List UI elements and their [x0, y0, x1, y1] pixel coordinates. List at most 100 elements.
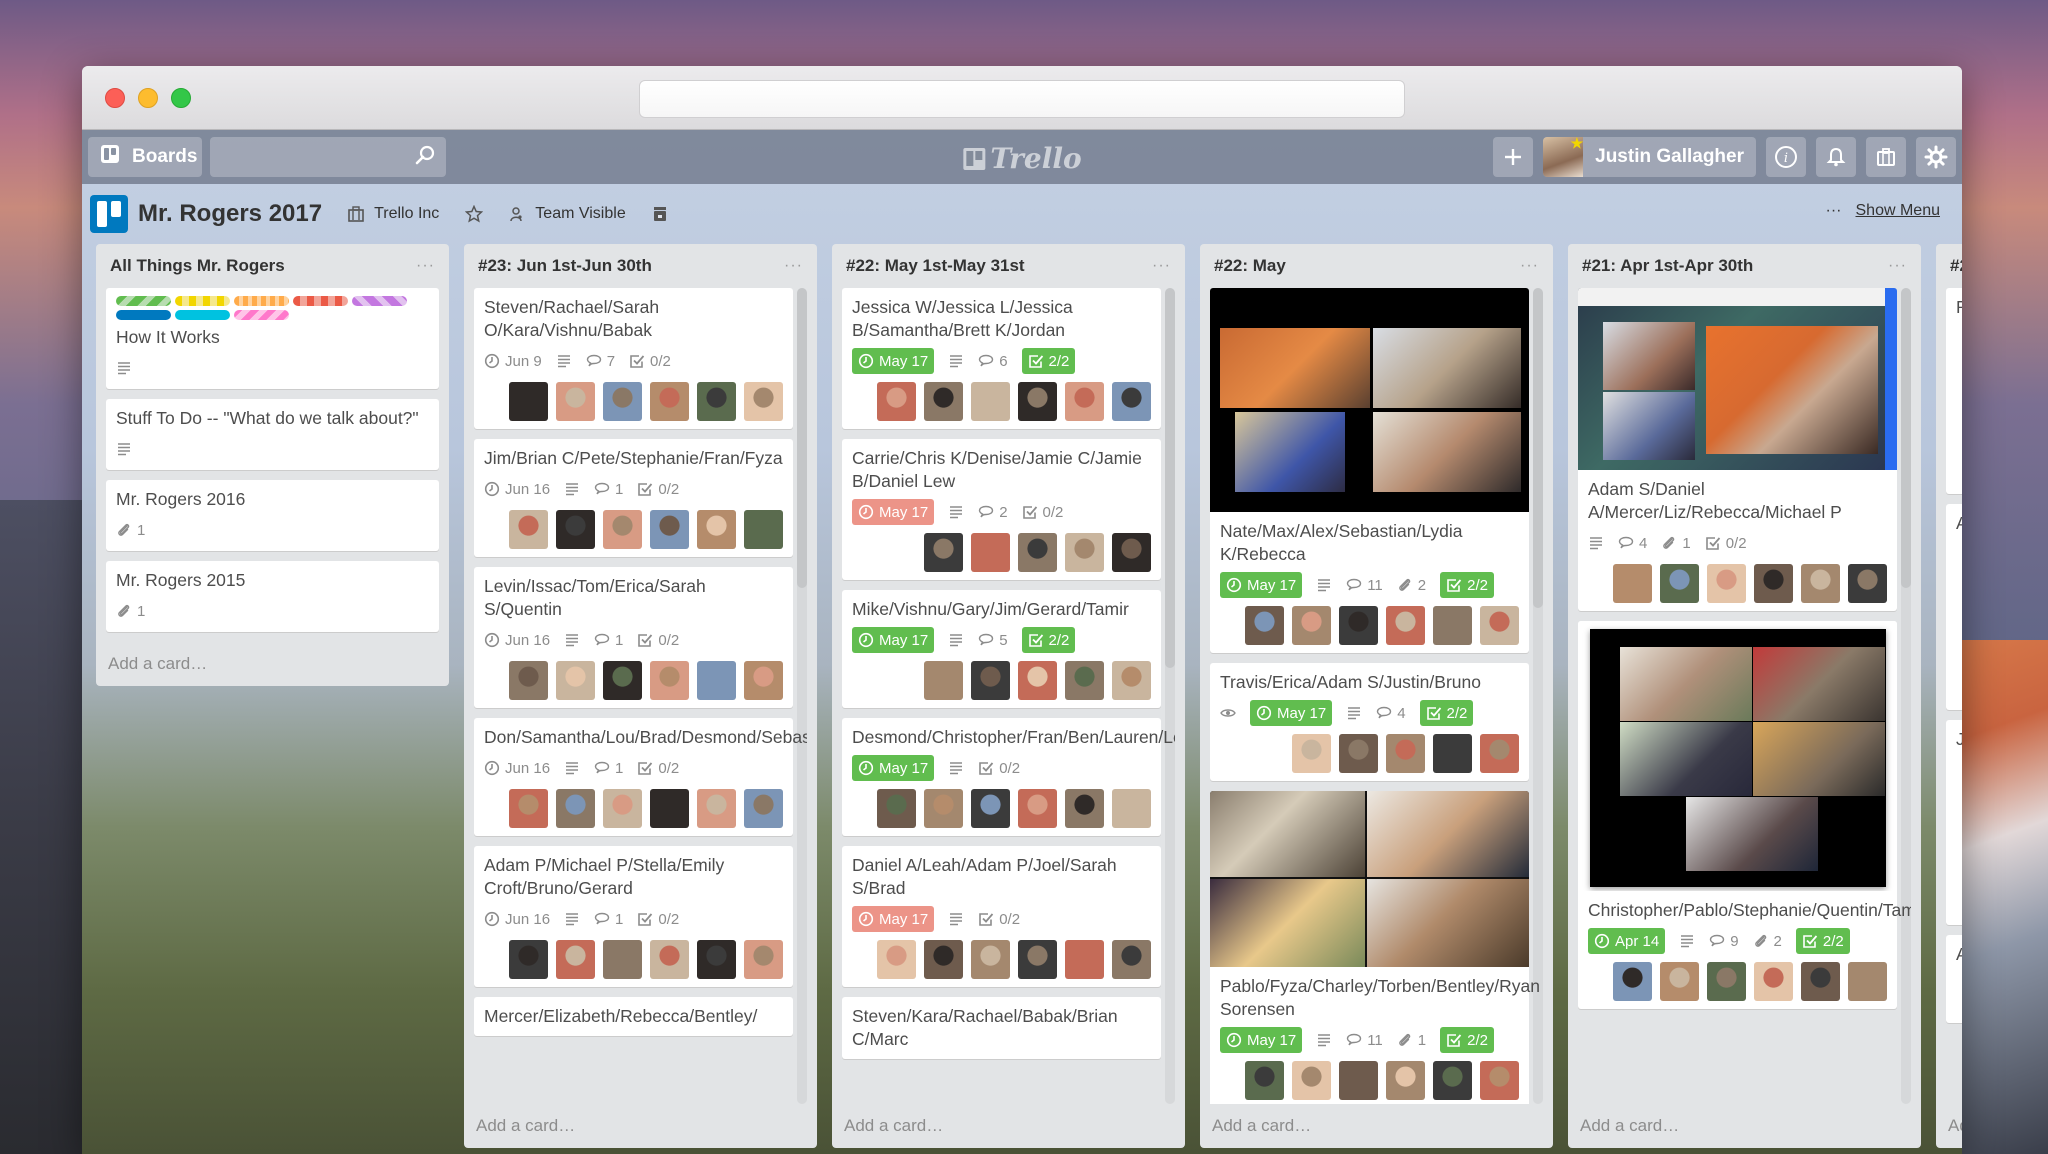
- search-input[interactable]: [210, 137, 446, 177]
- member-avatar[interactable]: [1386, 1061, 1425, 1100]
- member-avatar[interactable]: [1660, 564, 1699, 603]
- list-title[interactable]: All Things Mr. Rogers: [110, 256, 285, 276]
- member-avatar[interactable]: [603, 661, 642, 700]
- member-avatar[interactable]: [1245, 1061, 1284, 1100]
- show-menu-link[interactable]: Show Menu: [1856, 202, 1941, 220]
- member-avatar[interactable]: [1065, 661, 1104, 700]
- member-avatar[interactable]: [1480, 606, 1519, 645]
- member-avatar[interactable]: [509, 382, 548, 421]
- member-avatar[interactable]: [509, 940, 548, 979]
- member-avatar[interactable]: [1386, 606, 1425, 645]
- member-avatar[interactable]: [1386, 734, 1425, 773]
- member-avatar[interactable]: [924, 789, 963, 828]
- card[interactable]: A: [1946, 935, 1962, 1023]
- due-date-badge[interactable]: Jun 16: [484, 627, 550, 653]
- member-avatar[interactable]: [971, 940, 1010, 979]
- member-avatar[interactable]: [1754, 564, 1793, 603]
- card[interactable]: Mr. Rogers 2016 1: [106, 480, 439, 551]
- member-avatar[interactable]: [1065, 533, 1104, 572]
- visibility-button[interactable]: Team Visible: [509, 205, 626, 223]
- due-date-badge[interactable]: May 17: [1220, 572, 1303, 598]
- member-avatar[interactable]: [1245, 606, 1284, 645]
- card[interactable]: R: [1946, 288, 1962, 494]
- scrollbar-thumb[interactable]: [1533, 288, 1543, 608]
- due-date-badge[interactable]: May 17: [1220, 1027, 1303, 1053]
- member-avatar[interactable]: [1801, 962, 1840, 1001]
- member-avatar[interactable]: [1848, 564, 1887, 603]
- card[interactable]: Mike/Vishnu/Gary/Jim/Gerard/Tamir May 17 5…: [842, 590, 1161, 708]
- member-avatar[interactable]: [603, 789, 642, 828]
- member-avatar[interactable]: [603, 510, 642, 549]
- add-button[interactable]: [1493, 137, 1534, 177]
- member-avatar[interactable]: [1801, 564, 1840, 603]
- member-avatar[interactable]: [556, 789, 595, 828]
- due-date-badge[interactable]: May 17: [852, 499, 935, 525]
- member-avatar[interactable]: [1018, 789, 1057, 828]
- card[interactable]: Jim/Brian C/Pete/Stephanie/Fran/Fyza Jun …: [474, 439, 793, 557]
- card[interactable]: Pablo/Fyza/Charley/Torben/Bentley/Ryan S…: [1210, 791, 1540, 1104]
- address-bar[interactable]: [639, 80, 1405, 118]
- member-avatar[interactable]: [1018, 940, 1057, 979]
- member-avatar[interactable]: [650, 382, 689, 421]
- add-card-button[interactable]: Add a card…: [106, 642, 439, 686]
- member-avatar[interactable]: [603, 382, 642, 421]
- member-avatar[interactable]: [1707, 962, 1746, 1001]
- member-avatar[interactable]: [924, 940, 963, 979]
- due-date-badge[interactable]: Jun 16: [484, 476, 550, 502]
- member-avatar[interactable]: [1065, 382, 1104, 421]
- member-avatar[interactable]: [877, 940, 916, 979]
- minimize-window-button[interactable]: [138, 88, 158, 108]
- close-window-button[interactable]: [105, 88, 125, 108]
- add-card-button[interactable]: Ad: [1946, 1104, 1962, 1148]
- card[interactable]: Nate/Max/Alex/Sebastian/Lydia K/Rebecca M…: [1210, 288, 1529, 653]
- member-avatar[interactable]: [650, 661, 689, 700]
- due-date-badge[interactable]: May 17: [852, 627, 935, 653]
- list-scrollbar[interactable]: [1165, 288, 1175, 1104]
- list-menu-icon[interactable]: ···: [1152, 257, 1171, 275]
- due-date-badge[interactable]: May 17: [852, 906, 935, 932]
- member-avatar[interactable]: [697, 661, 736, 700]
- member-avatar[interactable]: [1018, 382, 1057, 421]
- member-avatar[interactable]: [509, 789, 548, 828]
- due-date-badge[interactable]: Jun 16: [484, 755, 550, 781]
- member-avatar[interactable]: [744, 382, 783, 421]
- member-avatar[interactable]: [509, 661, 548, 700]
- list-scrollbar[interactable]: [1901, 288, 1911, 1104]
- member-avatar[interactable]: [556, 510, 595, 549]
- member-avatar[interactable]: [924, 661, 963, 700]
- board-title[interactable]: Mr. Rogers 2017: [138, 200, 322, 228]
- member-avatar[interactable]: [744, 789, 783, 828]
- member-avatar[interactable]: [1065, 940, 1104, 979]
- member-avatar[interactable]: [1018, 661, 1057, 700]
- card[interactable]: Steven/Kara/Rachael/Babak/Brian C/Marc: [842, 997, 1161, 1059]
- list-title[interactable]: #23: Jun 1st-Jun 30th: [478, 256, 652, 276]
- card[interactable]: Steven/Rachael/Sarah O/Kara/Vishnu/Babak…: [474, 288, 793, 429]
- due-date-badge[interactable]: May 17: [852, 755, 935, 781]
- card[interactable]: Jessica W/Jessica L/Jessica B/Samantha/B…: [842, 288, 1161, 429]
- member-avatar[interactable]: [1292, 734, 1331, 773]
- list-scrollbar[interactable]: [797, 288, 807, 1104]
- member-avatar[interactable]: [877, 789, 916, 828]
- member-avatar[interactable]: [1339, 606, 1378, 645]
- member-avatar[interactable]: [650, 789, 689, 828]
- member-avatar[interactable]: [1112, 533, 1151, 572]
- member-avatar[interactable]: [924, 533, 963, 572]
- info-button[interactable]: i: [1766, 137, 1806, 177]
- member-avatar[interactable]: [697, 940, 736, 979]
- card[interactable]: Travis/Erica/Adam S/Justin/Bruno May 17 4 2…: [1210, 663, 1529, 781]
- scrollbar-thumb[interactable]: [1901, 288, 1911, 588]
- user-menu-button[interactable]: ★ Justin Gallagher: [1543, 137, 1756, 177]
- organizations-button[interactable]: [1866, 137, 1906, 177]
- list-title[interactable]: #2: [1950, 256, 1962, 276]
- member-avatar[interactable]: [1112, 789, 1151, 828]
- member-avatar[interactable]: [971, 789, 1010, 828]
- card[interactable]: Desmond/Christopher/Fran/Ben/Lauren/Levi…: [842, 718, 1175, 836]
- member-avatar[interactable]: [1292, 1061, 1331, 1100]
- member-avatar[interactable]: [744, 940, 783, 979]
- settings-button[interactable]: [1916, 137, 1956, 177]
- member-avatar[interactable]: [1480, 1061, 1519, 1100]
- member-avatar[interactable]: [1848, 962, 1887, 1001]
- member-avatar[interactable]: [1433, 1061, 1472, 1100]
- due-date-badge[interactable]: Apr 14: [1588, 928, 1666, 954]
- member-avatar[interactable]: [556, 661, 595, 700]
